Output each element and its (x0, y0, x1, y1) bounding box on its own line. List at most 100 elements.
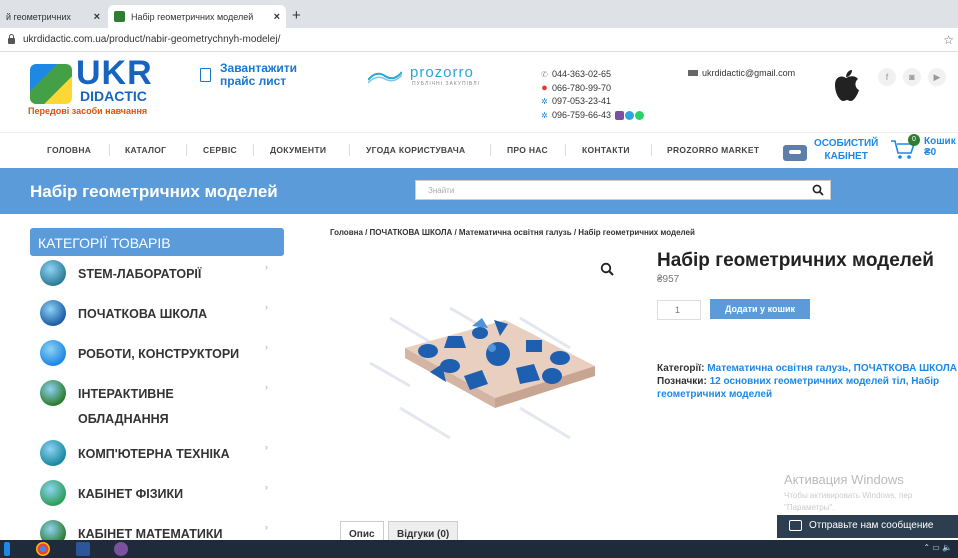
new-tab-button[interactable]: + (292, 7, 301, 24)
price-list-link[interactable]: Завантажити прайс лист (200, 62, 320, 88)
system-tray[interactable]: ⌃ ▭ 🔈 (923, 543, 952, 552)
phone-icon: ✆ (541, 70, 548, 79)
cart-label: Кошик (924, 136, 956, 147)
category-icon (40, 440, 66, 466)
quantity-input[interactable]: 1 (657, 300, 701, 320)
prozorro-name: prozorro (410, 64, 474, 81)
nav-divider (651, 144, 652, 156)
address-bar[interactable]: ukrdidactic.com.ua/product/nabir-geometr… (0, 28, 958, 52)
category-label: КАБІНЕТ МАТЕМАТИКИ (78, 527, 222, 541)
nav-divider (253, 144, 254, 156)
browser-tabbar: й геометричних × Набір геометричних моде… (0, 0, 958, 28)
category-label: STEM-ЛАБОРАТОРІЇ (78, 267, 201, 281)
category-label-line: КАБІНЕТ ФІЗИКИ (78, 487, 184, 501)
category-label: КАБІНЕТ ФІЗИКИ (78, 487, 183, 501)
prozorro-wave-icon (368, 71, 402, 84)
browser-tab-2[interactable]: Набір геометричних моделей × (108, 5, 286, 28)
chevron-right-icon[interactable]: › (265, 302, 268, 312)
viber-app-icon[interactable] (114, 542, 128, 556)
close-icon[interactable]: × (274, 11, 280, 23)
apple-icon[interactable] (832, 68, 860, 102)
nav-item-prozorro-market[interactable]: PROZORRO MARKET (667, 145, 759, 155)
kyivstar-icon: ✲ (541, 110, 548, 120)
browser-tab-1[interactable]: й геометричних × (0, 5, 106, 28)
categories-heading: КАТЕГОРІЇ ТОВАРІВ (30, 228, 284, 256)
sidebar-category-item[interactable]: РОБОТИ, КОНСТРУКТОРИ › (30, 334, 284, 374)
sidebar-category-item[interactable]: ПОЧАТКОВА ШКОЛА › (30, 294, 284, 334)
phone-number: 097-053-23-41 (552, 96, 612, 106)
cart-link[interactable]: Кошик ₴0 (924, 136, 956, 158)
document-icon (200, 68, 211, 82)
search-icon[interactable] (812, 184, 824, 196)
chevron-right-icon[interactable]: › (265, 382, 268, 392)
whatsapp-icon[interactable] (634, 110, 644, 120)
nav-divider (565, 144, 566, 156)
category-label-line: КАБІНЕТ МАТЕМАТИКИ (78, 527, 223, 541)
page: й геометричних × Набір геометричних моде… (0, 0, 958, 558)
sidebar-category-item[interactable]: STEM-ЛАБОРАТОРІЇ › (30, 254, 284, 294)
category-label-line: ІНТЕРАКТИВНЕ (78, 387, 174, 401)
phone-list: ✆ 044-363-02-65 ● 066-780-99-70 ✲ 097-053-2… (540, 68, 644, 122)
sidebar-category-item[interactable]: ІНТЕРАКТИВНЕ ОБЛАДНАННЯ › (30, 374, 284, 426)
nav-item-documents[interactable]: ДОКУМЕНТИ (270, 145, 326, 155)
breadcrumb[interactable]: Головна / ПОЧАТКОВА ШКОЛА / Математична … (330, 228, 695, 237)
logo-subtext: DIDACTIC (80, 88, 147, 104)
favicon-icon (114, 11, 125, 22)
nav-item-contacts[interactable]: КОНТАКТИ (582, 145, 630, 155)
youtube-icon[interactable]: ▶ (928, 68, 946, 86)
personal-cabinet-link[interactable]: ОСОБИСТИЙ КАБІНЕТ (814, 137, 878, 163)
close-icon[interactable]: × (94, 11, 100, 23)
category-icon (40, 260, 66, 286)
category-icon (40, 340, 66, 366)
viber-icon[interactable] (614, 110, 624, 120)
chevron-right-icon[interactable]: › (265, 262, 268, 272)
categories-links[interactable]: Математична освітня галузь, ПОЧАТКОВА ШК… (707, 363, 957, 374)
sidebar-category-item[interactable]: КАБІНЕТ ФІЗИКИ › (30, 474, 284, 514)
nav-item-service[interactable]: СЕРВІС (203, 145, 237, 155)
phone-item[interactable]: ✆ 044-363-02-65 (540, 68, 644, 82)
chevron-right-icon[interactable]: › (265, 482, 268, 492)
phone-item[interactable]: ✲ 096-759-66-43 (540, 109, 644, 123)
nav-item-user-agreement[interactable]: УГОДА КОРИСТУВАЧА (366, 145, 465, 155)
word-icon[interactable] (76, 542, 90, 556)
chrome-icon[interactable] (36, 542, 50, 556)
category-icon (40, 300, 66, 326)
page-title-band: Набір геометричних моделей Знайти (0, 168, 958, 214)
category-label-line: ПОЧАТКОВА ШКОЛА (78, 307, 208, 321)
product-image[interactable] (330, 248, 630, 498)
product-meta: Категорії: Математична освітня галузь, П… (657, 362, 958, 401)
category-icon (40, 380, 66, 406)
site-logo[interactable]: UKR DIDACTIC Передові засоби навчання (28, 56, 173, 120)
phone-item[interactable]: ✲ 097-053-23-41 (540, 95, 644, 109)
cabinet-line-2: КАБІНЕТ (824, 151, 868, 162)
star-icon[interactable]: ☆ (943, 33, 954, 47)
logo-tagline: Передові засоби навчання (28, 106, 148, 116)
add-to-cart-button[interactable]: Додати у кошик (710, 299, 810, 319)
nav-item-catalog[interactable]: КАТАЛОГ (125, 145, 166, 155)
chat-label: Отправьте нам сообщение (809, 520, 934, 531)
categories-label: Категорії: (657, 363, 705, 374)
nav-divider (490, 144, 491, 156)
zoom-icon[interactable] (600, 262, 614, 276)
email-link[interactable]: ukrdidactic@gmail.com (688, 68, 795, 78)
facebook-icon[interactable]: f (878, 68, 896, 86)
instagram-icon[interactable]: ◙ (903, 68, 921, 86)
phone-item[interactable]: ● 066-780-99-70 (540, 82, 644, 96)
chevron-right-icon[interactable]: › (265, 522, 268, 532)
windows-taskbar: ⌃ ▭ 🔈 (0, 540, 958, 558)
cabinet-icon[interactable] (783, 145, 807, 161)
nav-item-about[interactable]: ПРО НАС (507, 145, 548, 155)
chevron-right-icon[interactable]: › (265, 342, 268, 352)
chat-widget-button[interactable]: Отправьте нам сообщение (777, 515, 958, 538)
sidebar-category-item[interactable]: КОМП'ЮТЕРНА ТЕХНІКА › (30, 434, 284, 474)
cart-sum: ₴0 (924, 147, 937, 158)
page-title: Набір геометричних моделей (30, 182, 278, 201)
prozorro-logo[interactable]: prozorro ПУБЛІЧНІ ЗАКУПІВЛІ (368, 64, 498, 92)
search-input[interactable]: Знайти (415, 180, 831, 200)
start-icon[interactable] (4, 542, 10, 556)
tab-label: Набір геометричних моделей (131, 11, 254, 22)
nav-item-home[interactable]: ГОЛОВНА (47, 145, 91, 155)
chevron-right-icon[interactable]: › (265, 442, 268, 452)
telegram-icon[interactable] (624, 110, 634, 120)
price-list-line-2: прайс лист (220, 74, 287, 88)
